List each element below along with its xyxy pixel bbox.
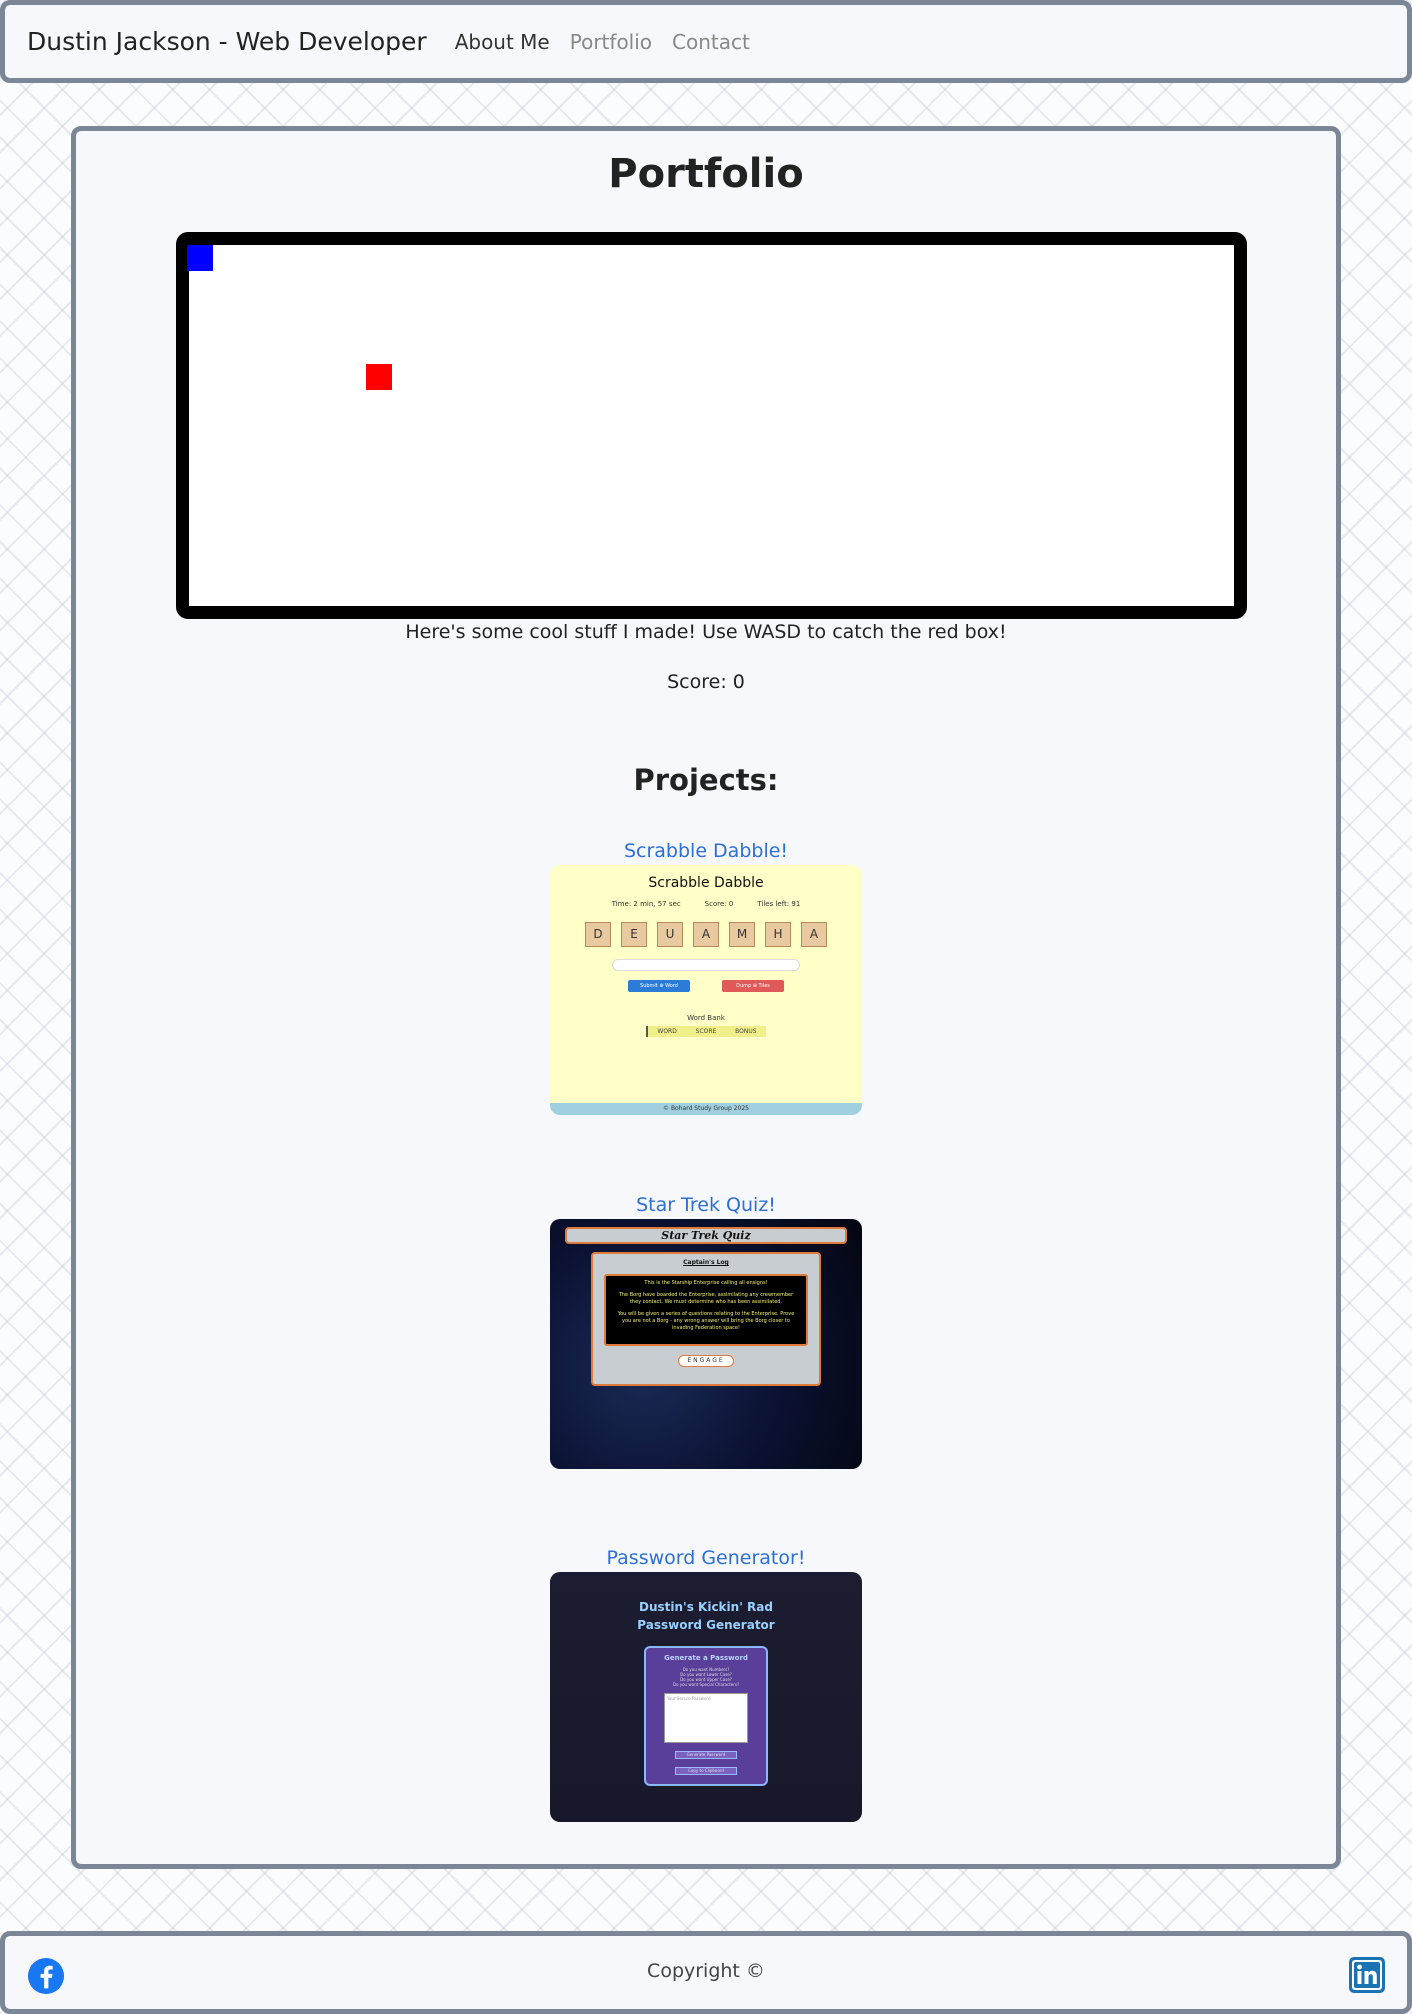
thumb-engage-button: ENGAGE — [678, 1355, 734, 1367]
thumb-submit-button: Submit ⊕ Word — [628, 980, 690, 992]
thumb-options: Do you want Numbers? Do you want Lower C… — [646, 1667, 766, 1687]
thumb-generate-button: Generate Password — [675, 1751, 737, 1759]
projects-heading: Projects: — [633, 763, 779, 797]
project-link-scrabble[interactable]: Scrabble Dabble! — [76, 840, 1336, 862]
thumb-buttons: Submit ⊕ Word Dump ⊕ Tiles — [550, 980, 862, 992]
thumb-word-bank: Word Bank — [687, 1014, 725, 1022]
thumb-col-bonus: BONUS — [735, 1028, 757, 1035]
thumb-title: Scrabble Dabble — [648, 875, 764, 891]
thumb-captains-log: Captain's Log — [683, 1259, 729, 1266]
thumb-password-textarea: Your Secure Password — [664, 1693, 748, 1743]
thumb-stats: Time: 2 min, 57 sec Score: 0 Tiles left:… — [550, 900, 862, 908]
thumb-footer: © Bohard Study Group 2025 — [550, 1103, 862, 1115]
thumb-tiles-left: Tiles left: 91 — [757, 900, 801, 908]
page-title: Portfolio — [608, 151, 804, 197]
thumb-col-score: SCORE — [695, 1028, 717, 1035]
player-box — [187, 245, 213, 271]
game-instructions: Here's some cool stuff I made! Use WASD … — [405, 621, 1007, 643]
thumb-intro-box: This is the Starship Enterprise calling … — [604, 1274, 808, 1346]
thumb-intro-line-1: This is the Starship Enterprise calling … — [644, 1280, 768, 1286]
nav-link-contact[interactable]: Contact — [672, 30, 750, 54]
thumb-score: Score: 0 — [704, 900, 734, 908]
project-scrabble: Scrabble Dabble! Scrabble Dabble Time: 2… — [76, 840, 1336, 1115]
thumb-copy-button: Copy to Clipboard — [675, 1767, 737, 1775]
thumb-title: Star Trek Quiz — [565, 1227, 847, 1244]
project-password-generator: Password Generator! Dustin's Kickin' Rad… — [76, 1547, 1336, 1822]
score-display: Score: 0 — [667, 671, 745, 693]
thumb-panel: Captain's Log This is the Starship Enter… — [591, 1252, 821, 1386]
thumb-time: Time: 2 min, 57 sec — [611, 900, 681, 908]
project-star-trek: Star Trek Quiz! Star Trek Quiz Captain's… — [76, 1194, 1336, 1469]
thumb-option: Do you want Special Characters? — [672, 1682, 740, 1687]
thumb-title: Dustin's Kickin' Rad Password Generator — [550, 1598, 862, 1634]
footer: Copyright © — [0, 1931, 1412, 2014]
thumb-title-line-2: Password Generator — [637, 1618, 775, 1632]
thumb-panel: Generate a Password Do you want Numbers?… — [644, 1646, 768, 1786]
thumb-word-input — [612, 959, 800, 971]
thumb-tile: H — [765, 922, 791, 947]
thumb-title-line-1: Dustin's Kickin' Rad — [639, 1600, 773, 1614]
thumb-intro-line-2: The Borg have boarded the Enterprise, as… — [618, 1292, 794, 1305]
nav-link-portfolio[interactable]: Portfolio — [570, 30, 652, 54]
project-thumbnail-scrabble[interactable]: Scrabble Dabble Time: 2 min, 57 sec Scor… — [550, 865, 862, 1115]
project-thumbnail-password-generator[interactable]: Dustin's Kickin' Rad Password Generator … — [550, 1572, 862, 1822]
thumb-dump-button: Dump ⊕ Tiles — [722, 980, 784, 992]
thumb-tile: M — [729, 922, 755, 947]
thumb-intro-line-3: You will be given a series of questions … — [617, 1311, 795, 1331]
thumb-tile: D — [585, 922, 611, 947]
portfolio-card: Portfolio Here's some cool stuff I made!… — [71, 126, 1341, 1869]
thumb-subtitle: Generate a Password — [664, 1654, 748, 1662]
target-box — [366, 364, 392, 390]
thumb-tile: U — [657, 922, 683, 947]
brand-title[interactable]: Dustin Jackson - Web Developer — [27, 27, 427, 56]
thumb-tile: E — [621, 922, 647, 947]
copyright-text: Copyright © — [647, 1960, 765, 1982]
thumb-word-bank-header: WORD SCORE BONUS — [646, 1026, 766, 1037]
linkedin-icon[interactable] — [1349, 1957, 1385, 1993]
thumb-tile: A — [693, 922, 719, 947]
thumb-tile-rack: D E U A M H A — [550, 922, 862, 947]
thumb-col-word: WORD — [657, 1028, 677, 1035]
nav-link-about-me[interactable]: About Me — [455, 30, 550, 54]
thumb-tile: A — [801, 922, 827, 947]
project-link-star-trek[interactable]: Star Trek Quiz! — [76, 1194, 1336, 1216]
navbar: Dustin Jackson - Web Developer About Me … — [0, 0, 1412, 83]
project-thumbnail-star-trek[interactable]: Star Trek Quiz Captain's Log This is the… — [550, 1219, 862, 1469]
project-link-password-generator[interactable]: Password Generator! — [76, 1547, 1336, 1569]
game-area[interactable] — [176, 232, 1247, 619]
